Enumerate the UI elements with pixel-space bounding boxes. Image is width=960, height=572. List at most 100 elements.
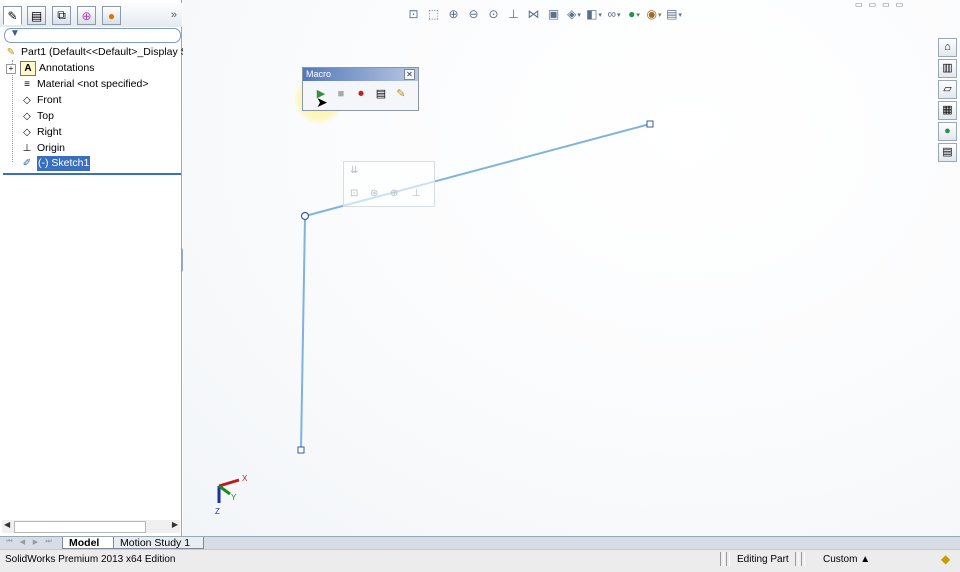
plane-icon: ◇ xyxy=(23,127,31,138)
display-style-icon[interactable]: ◧ xyxy=(585,6,602,22)
scrollbar-thumb[interactable] xyxy=(14,521,146,533)
graphics-area[interactable]: X Y Z xyxy=(183,0,960,537)
material-icon: ≡ xyxy=(24,79,30,90)
sketch-icon: ✐ xyxy=(22,158,32,169)
last-tab-icon[interactable]: ⏭ xyxy=(44,538,53,548)
tree-root-label: Part1 (Default<<Default>_Display S xyxy=(21,46,188,58)
bottom-tab-strip: ⏮ ◀ ▶ ⏭ Model Motion Study 1 xyxy=(0,536,960,550)
custom-properties-icon[interactable]: ▤ xyxy=(938,143,957,162)
feature-manager-pane: ✎ ▤ ⧉ ⊕ ● » ▼ ✎ Part1 (Default<<Default>… xyxy=(0,0,188,548)
triad-x-label: X xyxy=(242,474,248,483)
tree-horizontal-scrollbar[interactable]: ◀ ▶ xyxy=(2,520,180,533)
scroll-left-icon[interactable]: ◀ xyxy=(4,520,10,529)
zoom-icon[interactable]: ⊕ xyxy=(390,188,398,199)
status-bar: SolidWorks Premium 2013 x64 Edition Edit… xyxy=(0,549,960,572)
triad-z-label: Z xyxy=(215,507,220,516)
prev-tab-icon[interactable]: ◀ xyxy=(18,538,27,548)
window-controls[interactable]: ▭▭▭▭ xyxy=(855,0,909,9)
product-name: SolidWorks Premium 2013 x64 Edition xyxy=(5,554,176,565)
edit-appearance-icon[interactable]: ● xyxy=(625,6,642,22)
filter-icon: ▼ xyxy=(10,28,20,39)
tree-item-top-plane[interactable]: ◇ Top xyxy=(20,109,54,124)
normal-to-icon[interactable]: ⊥ xyxy=(505,6,522,22)
record-pause-macro-button[interactable]: ⏺ xyxy=(353,86,369,102)
heads-up-view-toolbar: ⊡ ⬚ ⊕ ⊖ ⊙ ⊥ ⋈ ▣ ◈ ◧ ∞ ● ◉ ▤ xyxy=(405,5,682,23)
sketch-canvas: X Y Z xyxy=(215,120,654,516)
more-tabs-icon[interactable]: » xyxy=(171,9,177,21)
tree-item-annotations[interactable]: + A Annotations xyxy=(6,61,94,76)
previous-view-icon[interactable]: ▣ xyxy=(545,6,562,22)
rollback-bar[interactable] xyxy=(3,173,181,175)
display-manager-tab-icon[interactable]: ● xyxy=(102,6,121,25)
solidworks-resources-icon[interactable]: ⌂ xyxy=(938,38,957,57)
part-icon: ✎ xyxy=(6,47,16,58)
view-settings-icon[interactable]: ▤ xyxy=(665,6,682,22)
context-toolbar: ⇊ ⊡ ⊛ ⊕ ⊥ xyxy=(343,161,435,207)
tree-root-part[interactable]: ✎ Part1 (Default<<Default>_Display S xyxy=(4,45,188,60)
task-pane-tabs: ⌂ ▥ ▱ ▦ ● ▤ xyxy=(938,38,958,162)
tree-item-right-plane[interactable]: ◇ Right xyxy=(20,125,62,140)
tree-filter-input[interactable]: ▼ xyxy=(4,28,181,43)
scroll-right-icon[interactable]: ▶ xyxy=(172,520,178,529)
status-divider xyxy=(801,552,805,566)
view-orientation-icon[interactable]: ◈ xyxy=(565,6,582,22)
configuration-manager-tab-icon[interactable]: ⧉ xyxy=(52,6,71,25)
dimxpert-tab-icon[interactable]: ⊕ xyxy=(77,6,96,25)
view-palette-icon[interactable]: ▦ xyxy=(938,101,957,120)
expand-icon[interactable]: + xyxy=(6,63,16,74)
tree-item-label: Annotations xyxy=(39,62,95,74)
pane-tab-strip: ✎ ▤ ⧉ ⊕ ● » xyxy=(0,3,182,27)
relations-icon[interactable]: ⇊ xyxy=(350,165,358,176)
zoom-in-out-icon[interactable]: ⊖ xyxy=(465,6,482,22)
tree-item-origin[interactable]: ⊥ Origin xyxy=(20,141,65,156)
tree-item-material[interactable]: ≡ Material <not specified> xyxy=(20,77,148,92)
macro-toolbar-title: Macro xyxy=(306,69,332,79)
file-explorer-icon[interactable]: ▱ xyxy=(938,80,957,99)
zoom-to-fit-icon[interactable]: ⊡ xyxy=(405,6,422,22)
view-triad: X Y Z xyxy=(215,474,248,516)
tree-item-front-plane[interactable]: ◇ Front xyxy=(20,93,62,108)
zoom-selection-icon[interactable]: ⊙ xyxy=(485,6,502,22)
tab-motion-study-1[interactable]: Motion Study 1 xyxy=(113,537,204,549)
editing-mode-status: Editing Part xyxy=(737,554,789,565)
tree-item-label: Origin xyxy=(37,142,66,154)
tree-item-label: Right xyxy=(37,126,62,138)
unit-system-selector[interactable]: Custom ▲ xyxy=(823,551,870,569)
design-library-icon[interactable]: ▥ xyxy=(938,59,957,78)
status-divider xyxy=(795,552,799,566)
sketch-endpoint[interactable] xyxy=(297,446,305,454)
plane-icon: ◇ xyxy=(23,111,31,122)
normal-to-icon[interactable]: ⊥ xyxy=(412,188,421,199)
sketch-endpoint[interactable] xyxy=(646,120,654,128)
sketch-corner-point[interactable] xyxy=(300,211,310,221)
triad-y-label: Y xyxy=(231,493,237,502)
tree-item-sketch1[interactable]: ✐ (-) Sketch1 xyxy=(20,156,91,171)
edit-macro-button[interactable]: ✎ xyxy=(393,86,409,102)
new-macro-button[interactable]: ▤ xyxy=(373,86,389,102)
tree-item-label: Front xyxy=(37,94,62,106)
tree-item-label-selected: (-) Sketch1 xyxy=(37,156,91,171)
property-manager-tab-icon[interactable]: ▤ xyxy=(27,6,46,25)
zoom-selection-icon[interactable]: ⊡ xyxy=(350,188,358,199)
tab-model[interactable]: Model xyxy=(62,537,114,549)
rebuild-status-icon[interactable]: ◆ xyxy=(941,550,950,568)
appearances-scenes-icon[interactable]: ● xyxy=(938,122,957,141)
view-orientation-cube-icon[interactable]: ⬚ xyxy=(425,6,442,22)
hide-show-items-icon[interactable]: ∞ xyxy=(605,6,622,22)
origin-icon: ⊥ xyxy=(22,143,32,154)
feature-manager-tab-icon[interactable]: ✎ xyxy=(3,6,22,25)
close-icon[interactable]: ✕ xyxy=(404,69,415,80)
plane-icon: ◇ xyxy=(23,95,31,106)
status-divider xyxy=(720,552,724,566)
annotations-icon: A xyxy=(20,61,36,76)
section-view-icon[interactable]: ⋈ xyxy=(525,6,542,22)
rotate-view-icon[interactable]: ⊛ xyxy=(370,188,378,199)
tree-item-label: Material <not specified> xyxy=(37,78,149,90)
stop-macro-button[interactable]: ■ xyxy=(333,86,349,102)
apply-scene-icon[interactable]: ◉ xyxy=(645,6,662,22)
mouse-cursor-icon: ➤ xyxy=(316,94,328,110)
zoom-to-area-icon[interactable]: ⊕ xyxy=(445,6,462,22)
first-tab-icon[interactable]: ⏮ xyxy=(5,538,14,548)
macro-toolbar-titlebar[interactable]: Macro ✕ xyxy=(303,68,418,81)
next-tab-icon[interactable]: ▶ xyxy=(31,538,40,548)
